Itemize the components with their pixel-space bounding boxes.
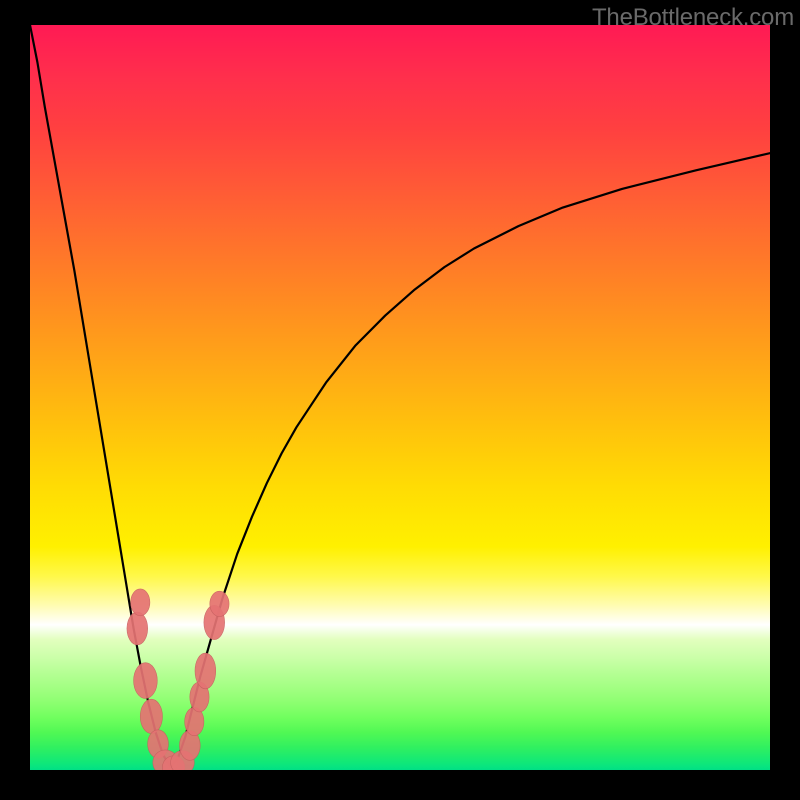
data-marker — [134, 663, 158, 699]
plot-area — [30, 25, 770, 770]
bottleneck-curve — [30, 25, 770, 767]
watermark-text: TheBottleneck.com — [592, 4, 794, 32]
data-marker — [140, 699, 162, 733]
data-marker — [195, 653, 216, 689]
data-marker — [127, 612, 148, 645]
chart-frame — [25, 25, 775, 775]
data-marker — [131, 589, 150, 616]
chart-svg-layer — [30, 25, 770, 770]
data-marker — [210, 591, 229, 616]
